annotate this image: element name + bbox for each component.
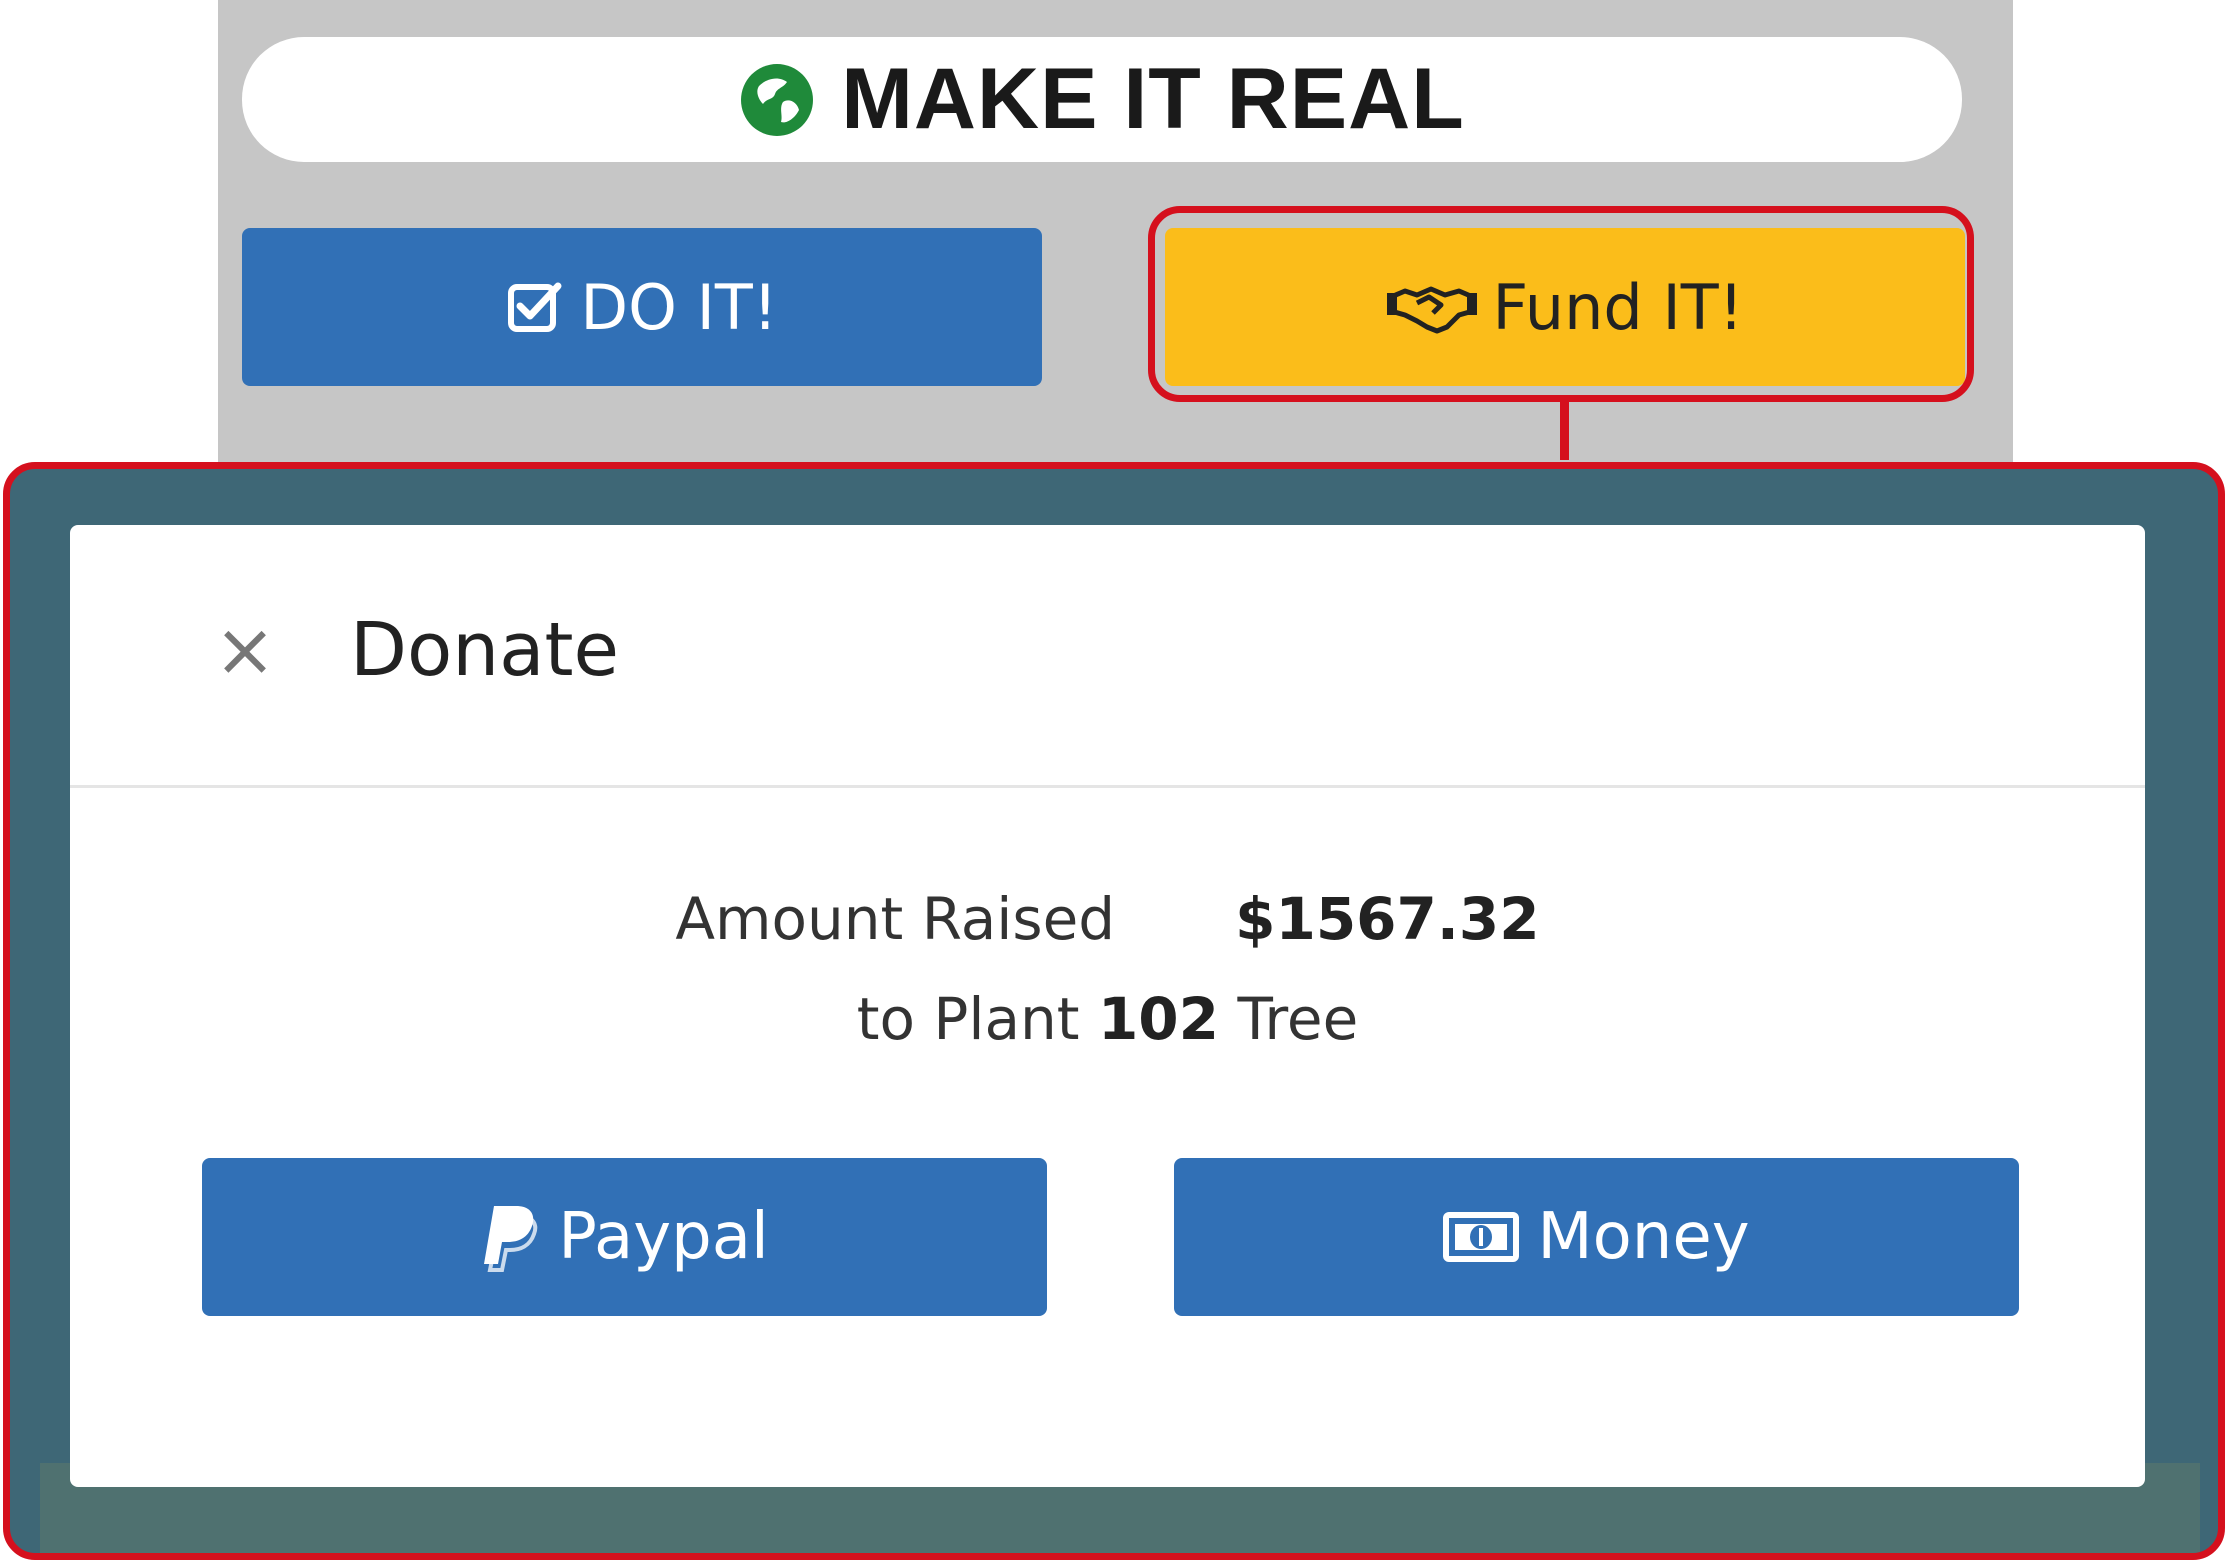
plant-prefix: to Plant bbox=[856, 985, 1080, 1053]
globe-icon bbox=[741, 63, 814, 136]
tree-count-row: to Plant 102 Tree bbox=[70, 985, 2145, 1053]
amount-raised-value: $1567.32 bbox=[1235, 885, 1540, 953]
handshake-icon bbox=[1386, 286, 1477, 334]
paypal-button[interactable]: Paypal bbox=[202, 1158, 1047, 1316]
modal-title: Donate bbox=[350, 607, 620, 693]
amount-raised-row: Amount Raised $1567.32 bbox=[70, 885, 2145, 953]
app-screen: MAKE IT REAL DO IT! Fund IT! × Donate Am… bbox=[0, 0, 2229, 1563]
fund-it-label: Fund IT! bbox=[1492, 270, 1744, 344]
paypal-icon bbox=[484, 1206, 538, 1272]
close-button[interactable]: × bbox=[210, 607, 280, 693]
modal-header: × Donate bbox=[70, 525, 2145, 788]
donate-modal: × Donate Amount Raised $1567.32 to Plant … bbox=[70, 525, 2145, 1487]
app-title-bar: MAKE IT REAL bbox=[242, 37, 1962, 162]
highlight-connector-line bbox=[1560, 402, 1569, 460]
close-icon: × bbox=[213, 607, 276, 693]
do-it-label: DO IT! bbox=[580, 270, 778, 344]
modal-backdrop: × Donate Amount Raised $1567.32 to Plant … bbox=[3, 462, 2225, 1560]
plant-suffix: Tree bbox=[1237, 985, 1359, 1053]
fund-it-button[interactable]: Fund IT! bbox=[1165, 228, 1965, 386]
checkbox-icon bbox=[508, 282, 562, 332]
tree-count: 102 bbox=[1097, 985, 1220, 1053]
banknote-icon bbox=[1443, 1212, 1520, 1262]
app-title: MAKE IT REAL bbox=[841, 51, 1465, 147]
do-it-button[interactable]: DO IT! bbox=[242, 228, 1042, 386]
money-label: Money bbox=[1537, 1200, 1750, 1274]
money-button[interactable]: Money bbox=[1174, 1158, 2019, 1316]
amount-raised-label: Amount Raised bbox=[675, 885, 1116, 953]
paypal-label: Paypal bbox=[558, 1200, 769, 1274]
